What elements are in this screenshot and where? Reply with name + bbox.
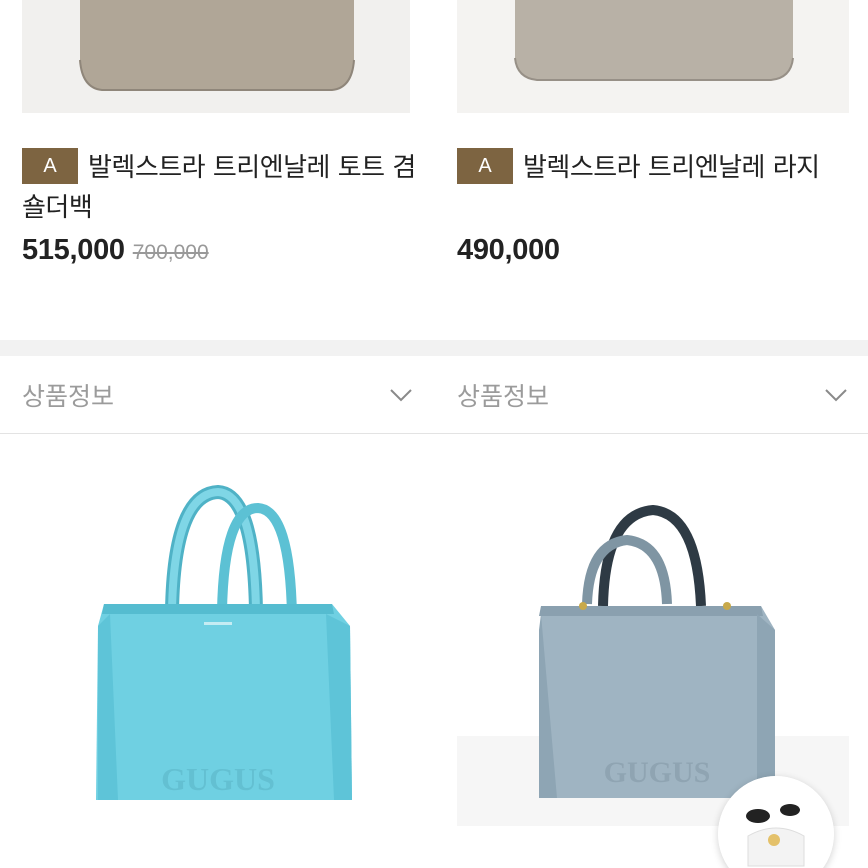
product-info-label: 상품정보	[22, 382, 115, 411]
sale-price: 515,000	[22, 234, 125, 266]
product-info-bar: 상품정보 상품정보	[0, 356, 868, 434]
product-image-3[interactable]: GUGUS	[22, 436, 414, 868]
chevron-down-icon[interactable]	[388, 382, 414, 408]
product-title[interactable]: 발렉스트라 트리엔날레 라지	[523, 153, 820, 183]
bag-watermark: GUGUS	[604, 756, 711, 789]
product-title-row[interactable]: A 발렉스트라 트리엔날레 토트 겸 숄더백	[22, 148, 422, 228]
price-row: 490,000	[457, 234, 560, 267]
product-title[interactable]: 발렉스트라 트리엔날레 토트 겸 숄더백	[22, 153, 416, 223]
product-image-1[interactable]	[22, 0, 410, 113]
sale-price: 490,000	[457, 234, 560, 266]
chevron-down-icon[interactable]	[823, 382, 849, 408]
product-title-row[interactable]: A 발렉스트라 트리엔날레 라지	[457, 148, 857, 188]
grade-badge: A	[457, 148, 513, 184]
product-info-toggle-2[interactable]: 상품정보	[457, 356, 849, 434]
grade-badge: A	[22, 148, 78, 184]
product-image-2[interactable]	[457, 0, 849, 113]
section-divider	[0, 340, 868, 356]
product-info-toggle-1[interactable]: 상품정보	[22, 356, 414, 434]
bag-watermark: GUGUS	[161, 761, 275, 797]
original-price: 700,000	[132, 241, 209, 264]
product-info-label: 상품정보	[457, 382, 550, 411]
price-row: 515,000 700,000	[22, 234, 209, 267]
